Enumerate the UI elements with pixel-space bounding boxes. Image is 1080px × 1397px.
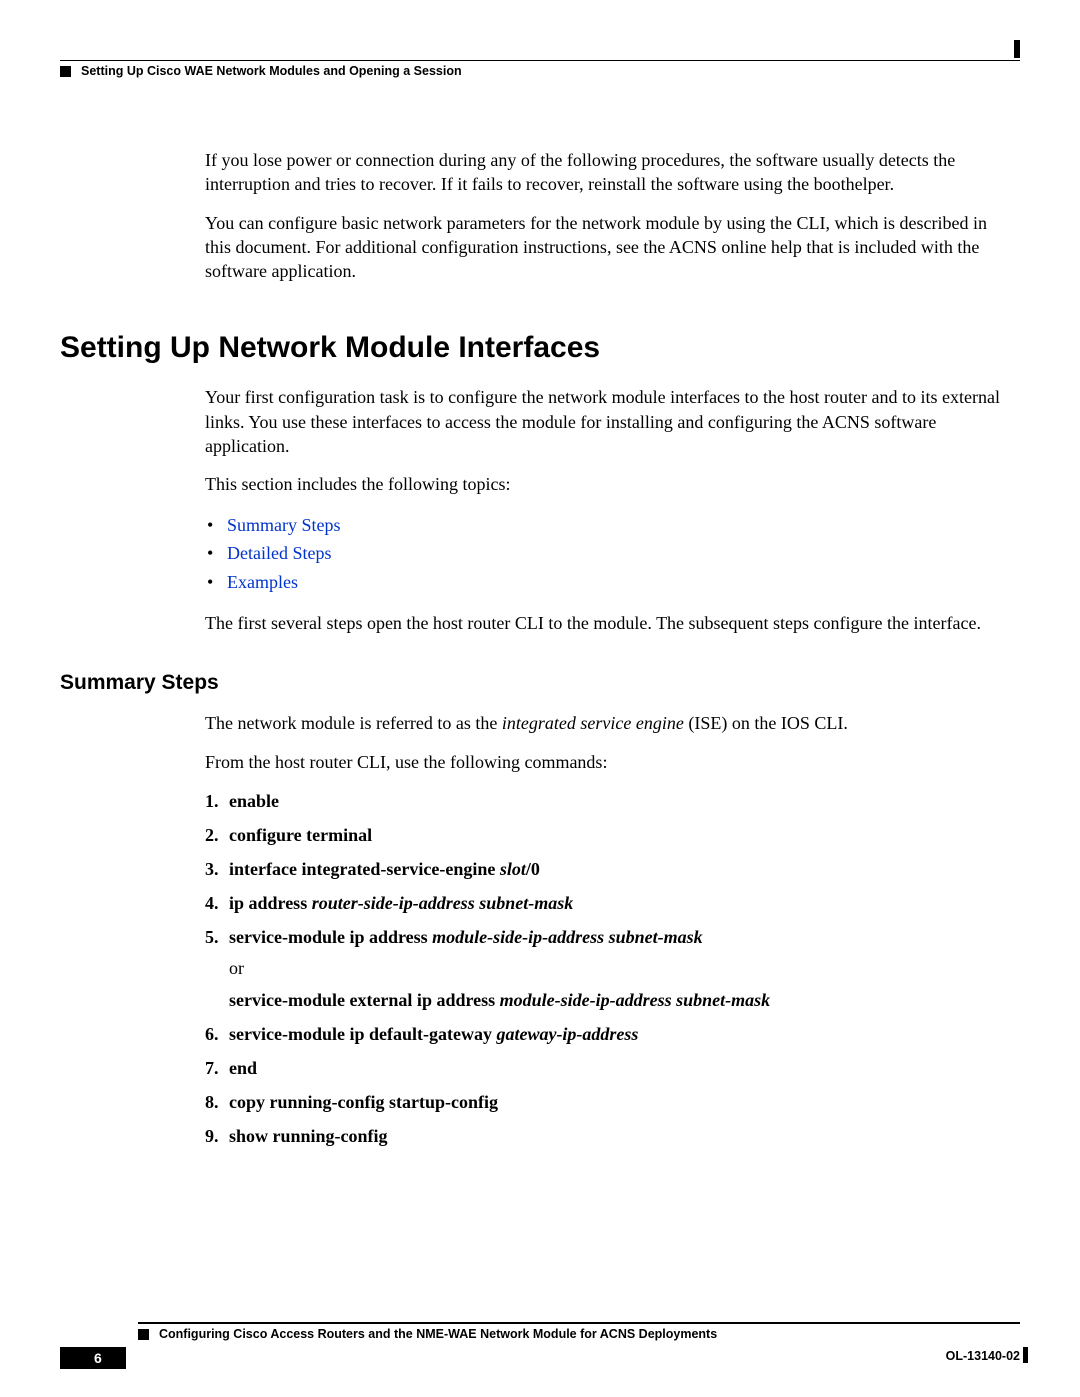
intro-block: If you lose power or connection during a…: [60, 148, 1020, 283]
document-page: Setting Up Cisco WAE Network Modules and…: [0, 0, 1080, 1397]
step-item: enable: [229, 788, 1010, 816]
step-item: copy running-config startup-config: [229, 1089, 1010, 1117]
section-paragraph-1: Your first configuration task is to conf…: [205, 385, 1010, 458]
summary-paragraph-2: From the host router CLI, use the follow…: [205, 750, 1010, 774]
command-text: ip address: [229, 893, 312, 913]
text-fragment: (ISE) on the IOS CLI.: [684, 713, 848, 733]
step-item: interface integrated-service-engine slot…: [229, 856, 1010, 884]
section-paragraph-3: The first several steps open the host ro…: [205, 611, 1010, 635]
command-param: slot: [500, 859, 526, 879]
command-steps-list: enable configure terminal interface inte…: [205, 788, 1010, 1151]
header-square-icon: [60, 66, 71, 77]
command-text: /0: [526, 859, 540, 879]
footer-square-icon: [138, 1329, 149, 1340]
command-text: service-module ip address: [229, 927, 432, 947]
link-summary-steps[interactable]: Summary Steps: [227, 515, 341, 535]
intro-paragraph-1: If you lose power or connection during a…: [205, 148, 1010, 197]
command-param: module-side-ip-address subnet-mask: [500, 990, 771, 1010]
footer-title-row: Configuring Cisco Access Routers and the…: [60, 1327, 1020, 1341]
step-item: service-module ip default-gateway gatewa…: [229, 1021, 1010, 1049]
link-detailed-steps[interactable]: Detailed Steps: [227, 543, 331, 563]
command-param: module-side-ip-address subnet-mask: [432, 927, 703, 947]
section-heading: Setting Up Network Module Interfaces: [60, 331, 1020, 365]
page-number: 6: [60, 1347, 126, 1369]
section-body: Your first configuration task is to conf…: [60, 385, 1020, 635]
header-breadcrumb: Setting Up Cisco WAE Network Modules and…: [81, 64, 462, 78]
list-item: Summary Steps: [227, 511, 1010, 540]
summary-paragraph-1: The network module is referred to as the…: [205, 711, 1010, 735]
step-item: end: [229, 1055, 1010, 1083]
footer-doc-id: OL-13140-02: [946, 1349, 1020, 1363]
summary-body: The network module is referred to as the…: [60, 711, 1020, 1150]
footer-rule: [138, 1322, 1020, 1324]
section-paragraph-2: This section includes the following topi…: [205, 472, 1010, 496]
command-param: router-side-ip-address subnet-mask: [312, 893, 574, 913]
list-item: Examples: [227, 568, 1010, 597]
step-or-text: or: [229, 955, 1010, 983]
footer-right-mark: [1023, 1347, 1028, 1363]
command-text: interface integrated-service-engine: [229, 859, 500, 879]
step-item: ip address router-side-ip-address subnet…: [229, 890, 1010, 918]
link-examples[interactable]: Examples: [227, 572, 298, 592]
intro-paragraph-2: You can configure basic network paramete…: [205, 211, 1010, 284]
subsection-heading: Summary Steps: [60, 671, 1020, 695]
header-bar: Setting Up Cisco WAE Network Modules and…: [60, 60, 1020, 78]
footer-bottom-row: 6 OL-13140-02: [60, 1347, 1020, 1369]
header-top-rule: [60, 40, 1020, 54]
header-right-mark: [1014, 40, 1020, 58]
step-item: show running-config: [229, 1123, 1010, 1151]
text-emphasis: integrated service engine: [502, 713, 684, 733]
section-link-list: Summary Steps Detailed Steps Examples: [205, 511, 1010, 597]
footer-doc-title: Configuring Cisco Access Routers and the…: [159, 1327, 1020, 1341]
command-text: service-module external ip address: [229, 990, 500, 1010]
command-param: gateway-ip-address: [496, 1024, 638, 1044]
step-item: service-module ip address module-side-ip…: [229, 924, 1010, 1016]
list-item: Detailed Steps: [227, 539, 1010, 568]
command-text: service-module ip default-gateway: [229, 1024, 496, 1044]
step-item: configure terminal: [229, 822, 1010, 850]
text-fragment: The network module is referred to as the: [205, 713, 502, 733]
page-footer: Configuring Cisco Access Routers and the…: [60, 1322, 1020, 1369]
